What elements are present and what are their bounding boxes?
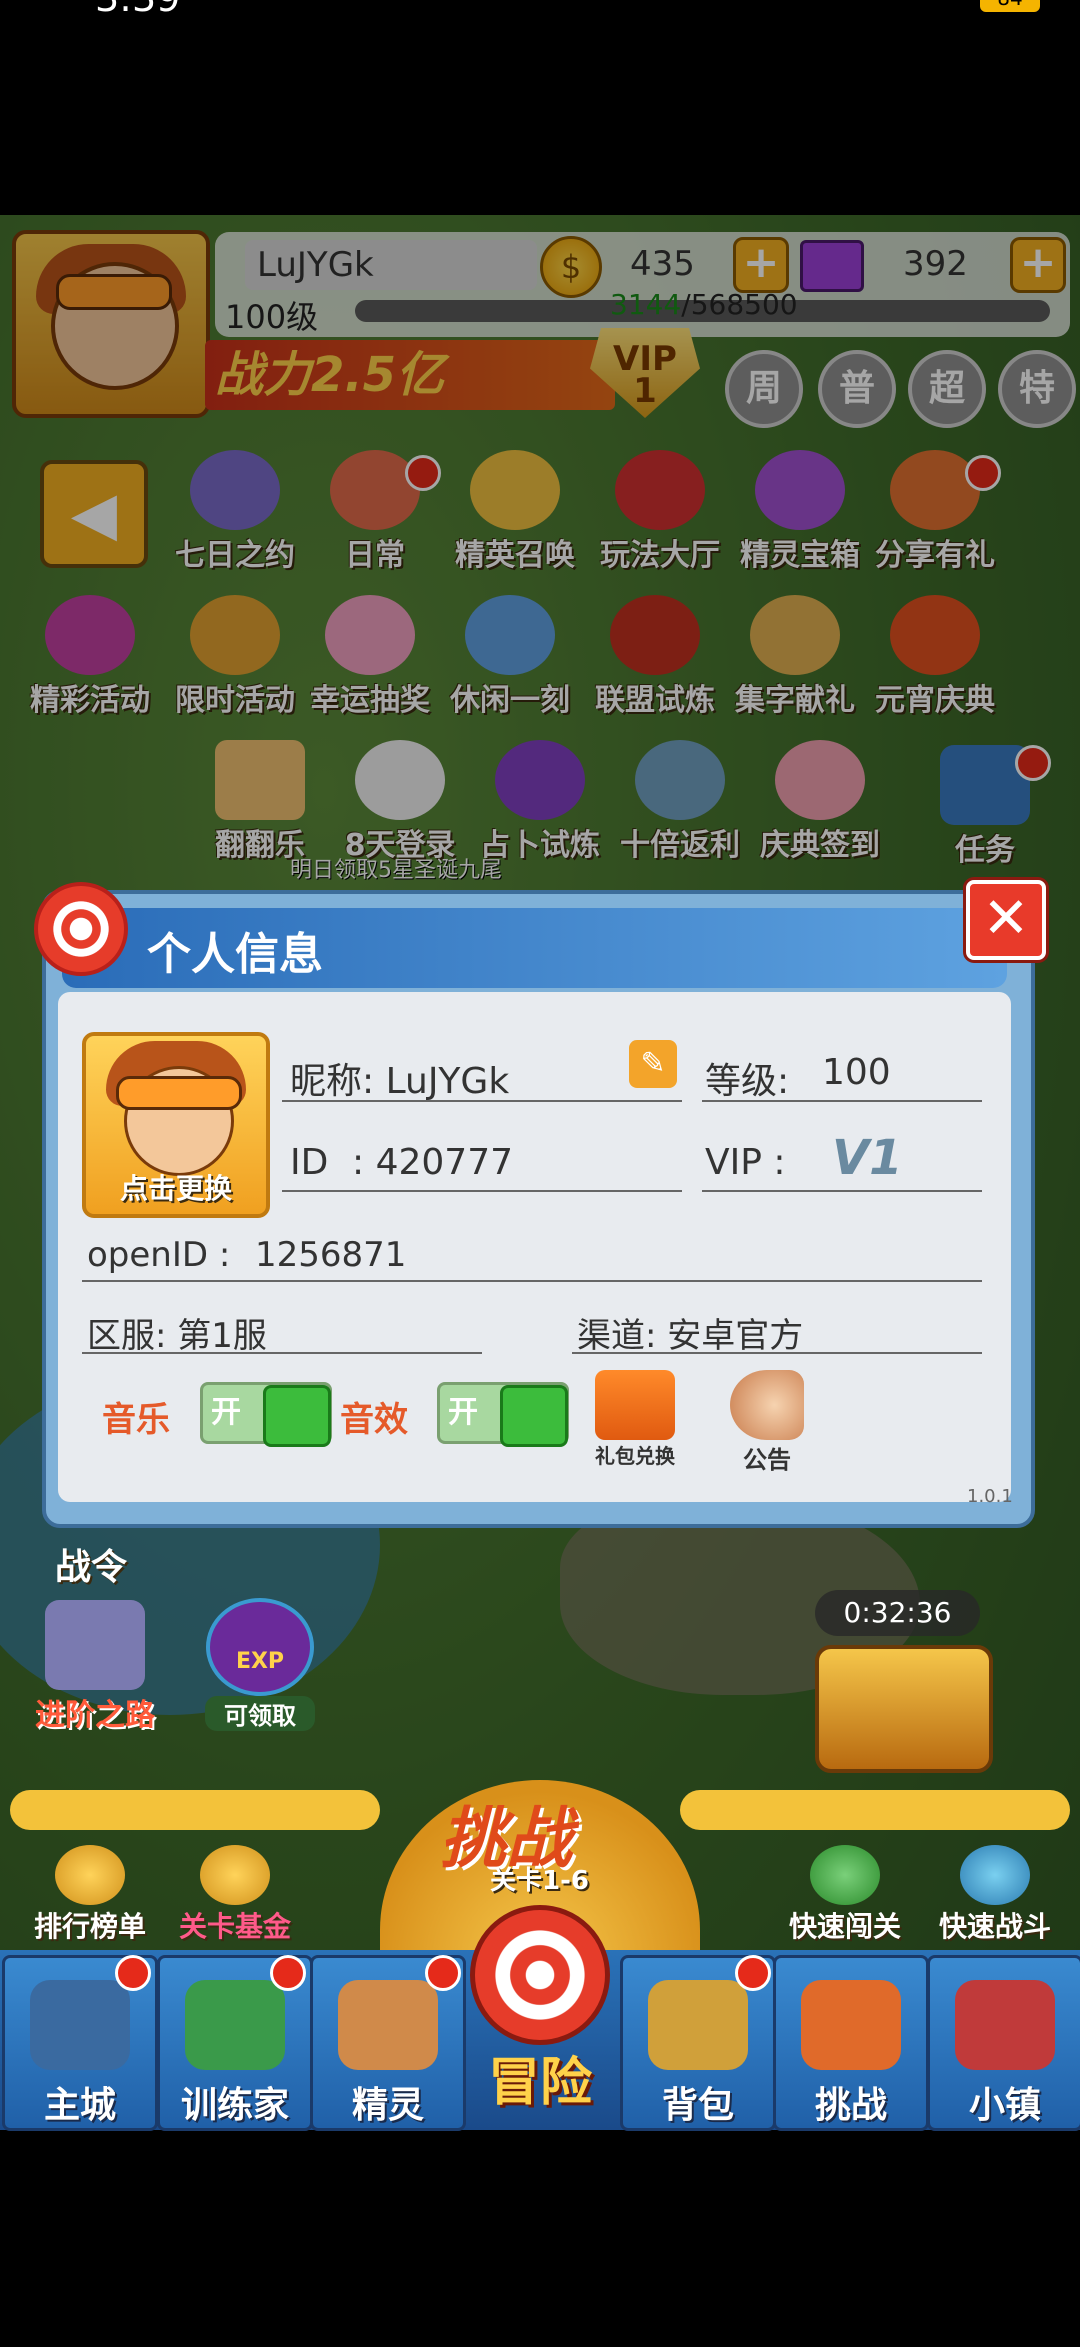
castle-icon [30,1980,130,2070]
gift-icon [200,1845,270,1905]
channel-field: 渠道: 安卓官方 [577,1316,804,1356]
change-avatar-button[interactable]: 点击更换 [82,1032,270,1218]
level-value: 100 [822,1052,891,1093]
openid-label: openID : [87,1235,231,1275]
notification-dot [115,1955,151,1991]
clock: 3:39 [95,0,180,20]
megaphone-icon [730,1370,804,1440]
gift-redeem-button[interactable]: 礼包兑换 [590,1370,680,1469]
map-pin-icon [801,1980,901,2070]
notification-dot [270,1955,306,1991]
vip-label: VIP : [705,1142,786,1183]
sprite-icon [338,1980,438,2070]
sfx-toggle[interactable]: 开 [437,1382,569,1447]
stage-label: 关卡1-6 [490,1866,589,1896]
version-text: 1.0.1 [967,1486,1013,1507]
lightning-icon [960,1845,1030,1905]
nickname-field: 昵称: LuJYGk [290,1061,510,1102]
rank-button[interactable]: 排行榜单 [20,1845,160,1945]
exp-claim-button[interactable]: EXP 可领取 [205,1598,315,1731]
quick-battle-button[interactable]: 快速战斗 [925,1845,1065,1945]
target-icon [470,1905,610,2045]
edit-name-icon[interactable]: ✎ [629,1040,677,1088]
change-avatar-label: 点击更换 [119,1172,232,1205]
battle-pass-label[interactable]: 战令 [55,1538,127,1590]
profile-dialog: 个人信息 ✕ 点击更换 昵称: LuJYGk ✎ 等级: 100 ID : 42… [34,880,1046,1528]
backpack-icon [648,1980,748,2070]
music-label: 音乐 [102,1400,170,1440]
nav-challenge[interactable]: 挑战 [773,1955,929,2131]
sfx-label: 音效 [340,1400,408,1440]
glove-icon [185,1980,285,2070]
quick-pass-button[interactable]: 快速闯关 [775,1845,915,1945]
close-button[interactable]: ✕ [966,880,1046,960]
exp-icon: EXP [206,1598,314,1696]
goggles-icon [116,1076,242,1110]
server-field: 区服: 第1服 [87,1316,267,1356]
music-toggle[interactable]: 开 [200,1382,332,1447]
nav-town[interactable]: 小镇 [927,1955,1080,2131]
gift-box-icon [595,1370,675,1440]
dialog-title: 个人信息 [147,929,323,980]
trophy-icon [55,1845,125,1905]
stage-fund-button[interactable]: 关卡基金 [165,1845,305,1945]
notice-button[interactable]: 公告 [722,1370,812,1475]
advance-icon [45,1600,145,1690]
treasure-chest[interactable] [815,1645,993,1773]
target-icon [34,882,128,976]
nav-adventure[interactable]: 冒险 [465,1905,615,2130]
chest-timer: 0:32:36 [815,1590,980,1636]
vip-level-icon: V1 [832,1130,903,1186]
id-value: : 420777 [352,1142,513,1183]
house-icon [955,1980,1055,2070]
refresh-icon [810,1845,880,1905]
id-label: ID [290,1142,329,1183]
notification-dot [735,1955,771,1991]
notification-dot [425,1955,461,1991]
status-bar: 3:39 84 [0,0,1080,20]
level-label: 等级: [705,1061,790,1102]
advance-road-button[interactable]: 进阶之路 [20,1600,170,1734]
battery-icon: 84 [980,0,1040,12]
openid-value: 1256871 [255,1235,407,1275]
